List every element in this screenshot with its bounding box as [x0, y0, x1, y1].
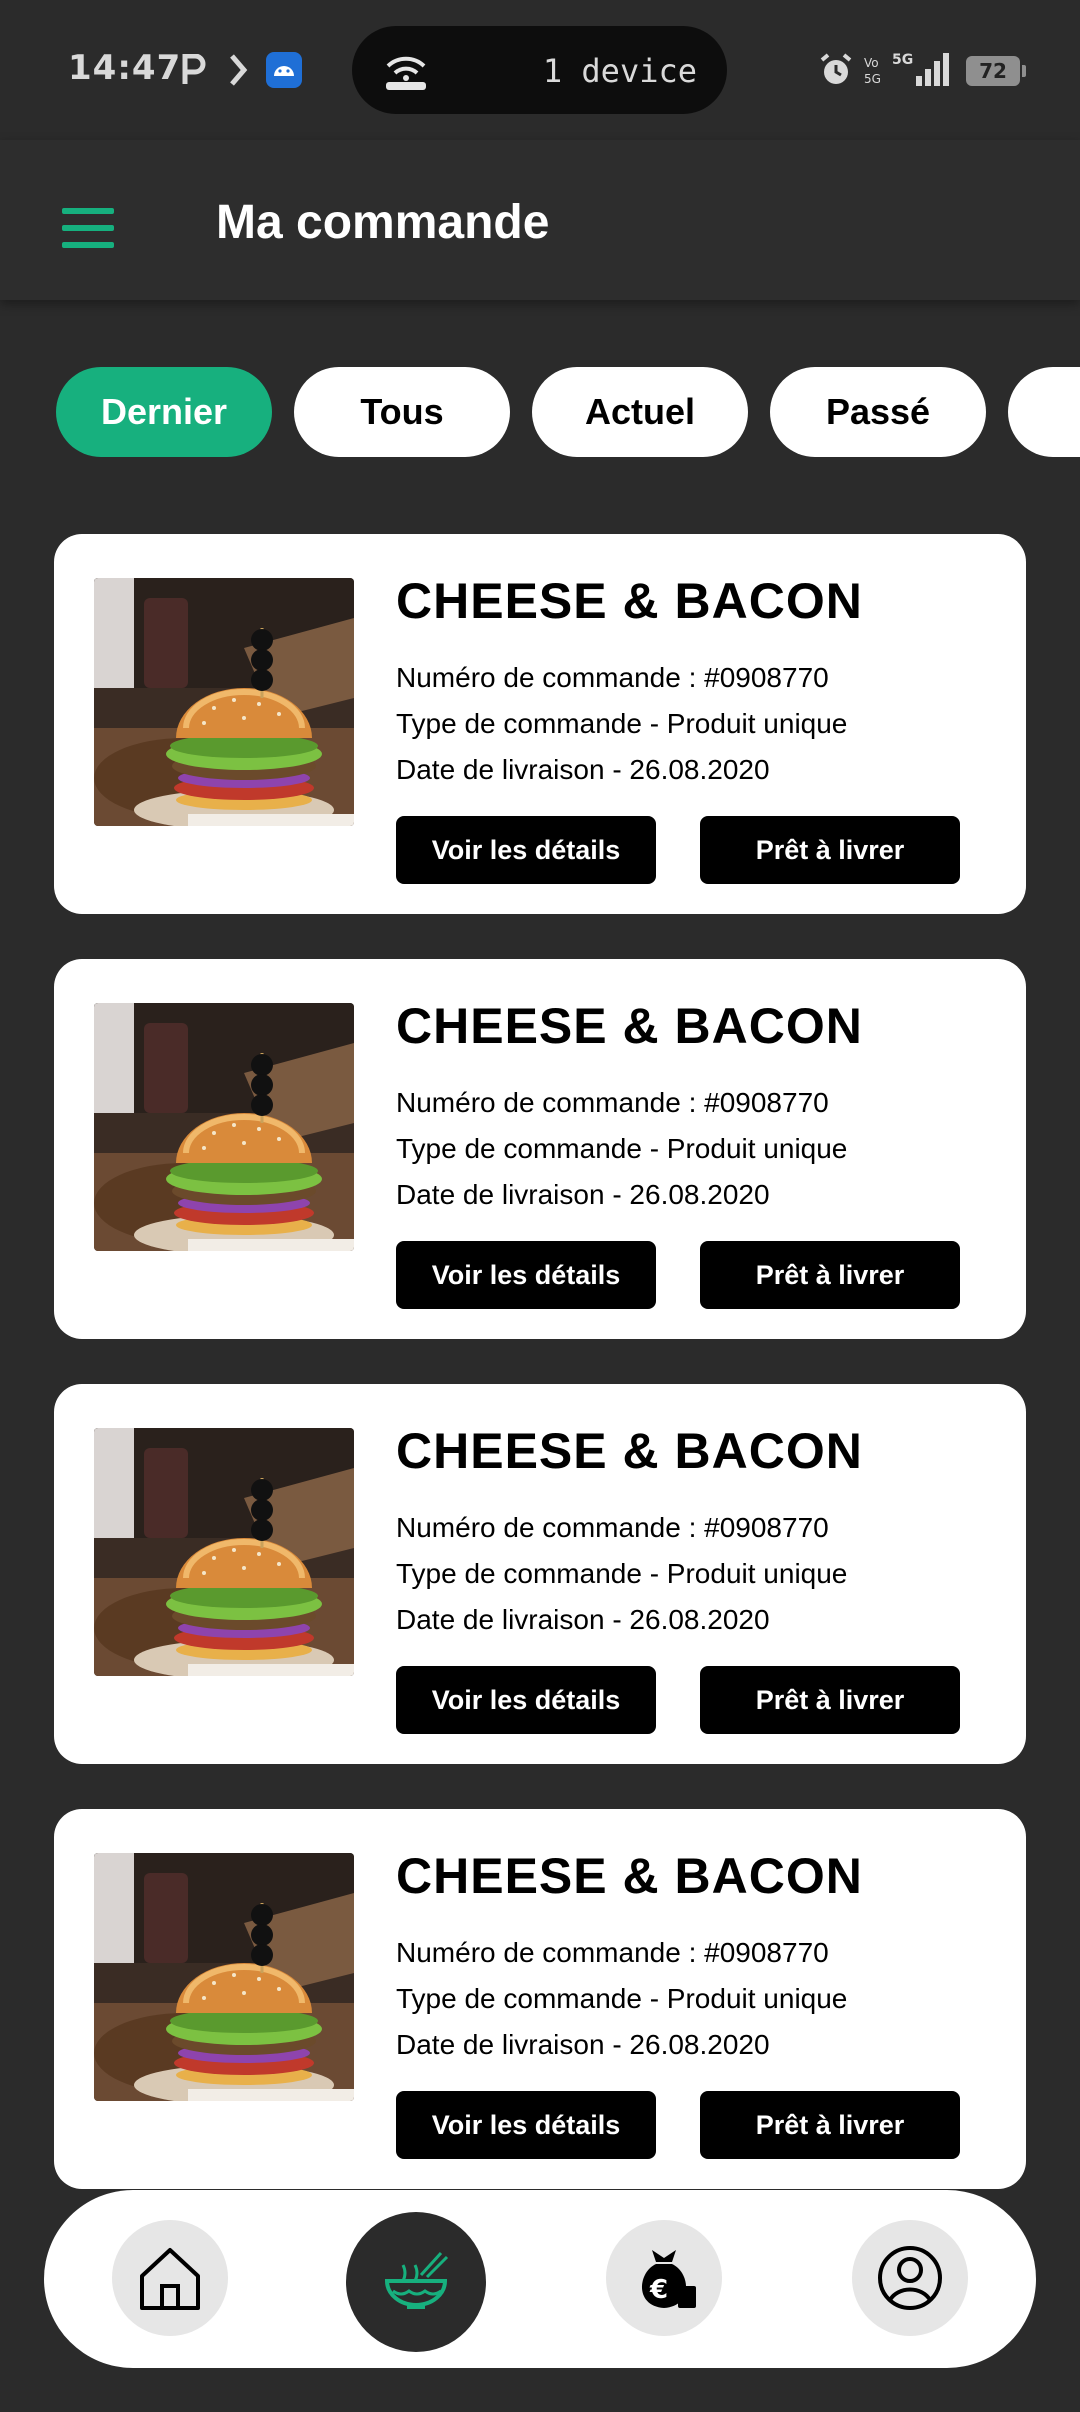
bottom-nav: € [44, 2190, 1036, 2368]
chip-tous[interactable]: Tous [294, 367, 510, 457]
burger-image [94, 1428, 354, 1676]
order-image [94, 1003, 354, 1251]
battery-indicator: 72 [966, 56, 1026, 86]
hamburger-menu-icon[interactable] [62, 208, 114, 248]
order-type: Type de commande - Produit unique [396, 1558, 848, 1589]
hotspot-pill[interactable]: 1 device [352, 26, 727, 114]
order-card[interactable]: CHEESE & BACON Numéro de commande : #0908… [54, 1384, 1026, 1764]
burger-image [94, 578, 354, 826]
volte-icon: Vo 5G [864, 56, 881, 86]
nav-orders[interactable] [346, 2212, 486, 2352]
nav-earnings[interactable]: € [606, 2220, 722, 2336]
delivery-date: Date de livraison - 26.08.2020 [396, 754, 770, 785]
chip-actuel[interactable]: Actuel [532, 367, 748, 457]
svg-text:€: € [649, 2275, 668, 2305]
burger-image [94, 1853, 354, 2101]
filter-chips: Dernier Tous Actuel Passé [56, 367, 1080, 457]
nav-profile[interactable] [852, 2220, 968, 2336]
order-number: Numéro de commande : #0908770 [396, 1087, 829, 1118]
order-image [94, 1428, 354, 1676]
nav-home[interactable] [112, 2220, 228, 2336]
order-card[interactable]: CHEESE & BACON Numéro de commande : #0908… [54, 1809, 1026, 2189]
food-bowl-icon [384, 2251, 449, 2309]
chip-dernier[interactable]: Dernier [56, 367, 272, 457]
order-title: CHEESE & BACON [396, 1848, 863, 1904]
order-type: Type de commande - Produit unique [396, 1133, 848, 1164]
svg-text:5G: 5G [864, 72, 881, 86]
status-time: 14:47 [68, 48, 182, 88]
delivery-date: Date de livraison - 26.08.2020 [396, 2029, 770, 2060]
order-number: Numéro de commande : #0908770 [396, 662, 829, 693]
profile-icon [878, 2246, 942, 2310]
app-notification-icon [230, 54, 248, 86]
order-card[interactable]: CHEESE & BACON Numéro de commande : #0908… [54, 534, 1026, 914]
alarm-icon [820, 53, 852, 84]
home-icon [140, 2248, 200, 2310]
delivery-date: Date de livraison - 26.08.2020 [396, 1604, 770, 1635]
view-details-button[interactable]: Voir les détails [396, 1666, 656, 1734]
order-number: Numéro de commande : #0908770 [396, 1937, 829, 1968]
delivery-date: Date de livraison - 26.08.2020 [396, 1179, 770, 1210]
order-number: Numéro de commande : #0908770 [396, 1512, 829, 1543]
money-bag-euro-icon: € [641, 2250, 696, 2308]
order-title: CHEESE & BACON [396, 1423, 863, 1479]
order-title: CHEESE & BACON [396, 998, 863, 1054]
order-type: Type de commande - Produit unique [396, 708, 848, 739]
order-image [94, 1853, 354, 2101]
svg-text:Vo: Vo [864, 56, 879, 70]
ready-to-deliver-button[interactable]: Prêt à livrer [700, 1241, 960, 1309]
hotspot-device-count: 1 device [542, 52, 697, 90]
parking-app-icon [182, 54, 206, 84]
app-bar: Ma commande [0, 140, 1080, 300]
view-details-button[interactable]: Voir les détails [396, 2091, 656, 2159]
ready-to-deliver-button[interactable]: Prêt à livrer [700, 816, 960, 884]
ready-to-deliver-button[interactable]: Prêt à livrer [700, 2091, 960, 2159]
order-type: Type de commande - Produit unique [396, 1983, 848, 2014]
page-title: Ma commande [216, 196, 550, 249]
chip-passe[interactable]: Passé [770, 367, 986, 457]
view-details-button[interactable]: Voir les détails [396, 816, 656, 884]
chip-more[interactable] [1008, 367, 1080, 457]
order-title: CHEESE & BACON [396, 573, 863, 629]
status-bar: 14:47 1 device Vo 5G 5G 72 [0, 0, 1080, 140]
android-icon [266, 52, 302, 88]
hotspot-icon [386, 56, 426, 90]
order-image [94, 578, 354, 826]
svg-text:5G: 5G [892, 52, 913, 68]
burger-image [94, 1003, 354, 1251]
view-details-button[interactable]: Voir les détails [396, 1241, 656, 1309]
signal-icon: 5G [892, 52, 949, 86]
order-card[interactable]: CHEESE & BACON Numéro de commande : #0908… [54, 959, 1026, 1339]
ready-to-deliver-button[interactable]: Prêt à livrer [700, 1666, 960, 1734]
